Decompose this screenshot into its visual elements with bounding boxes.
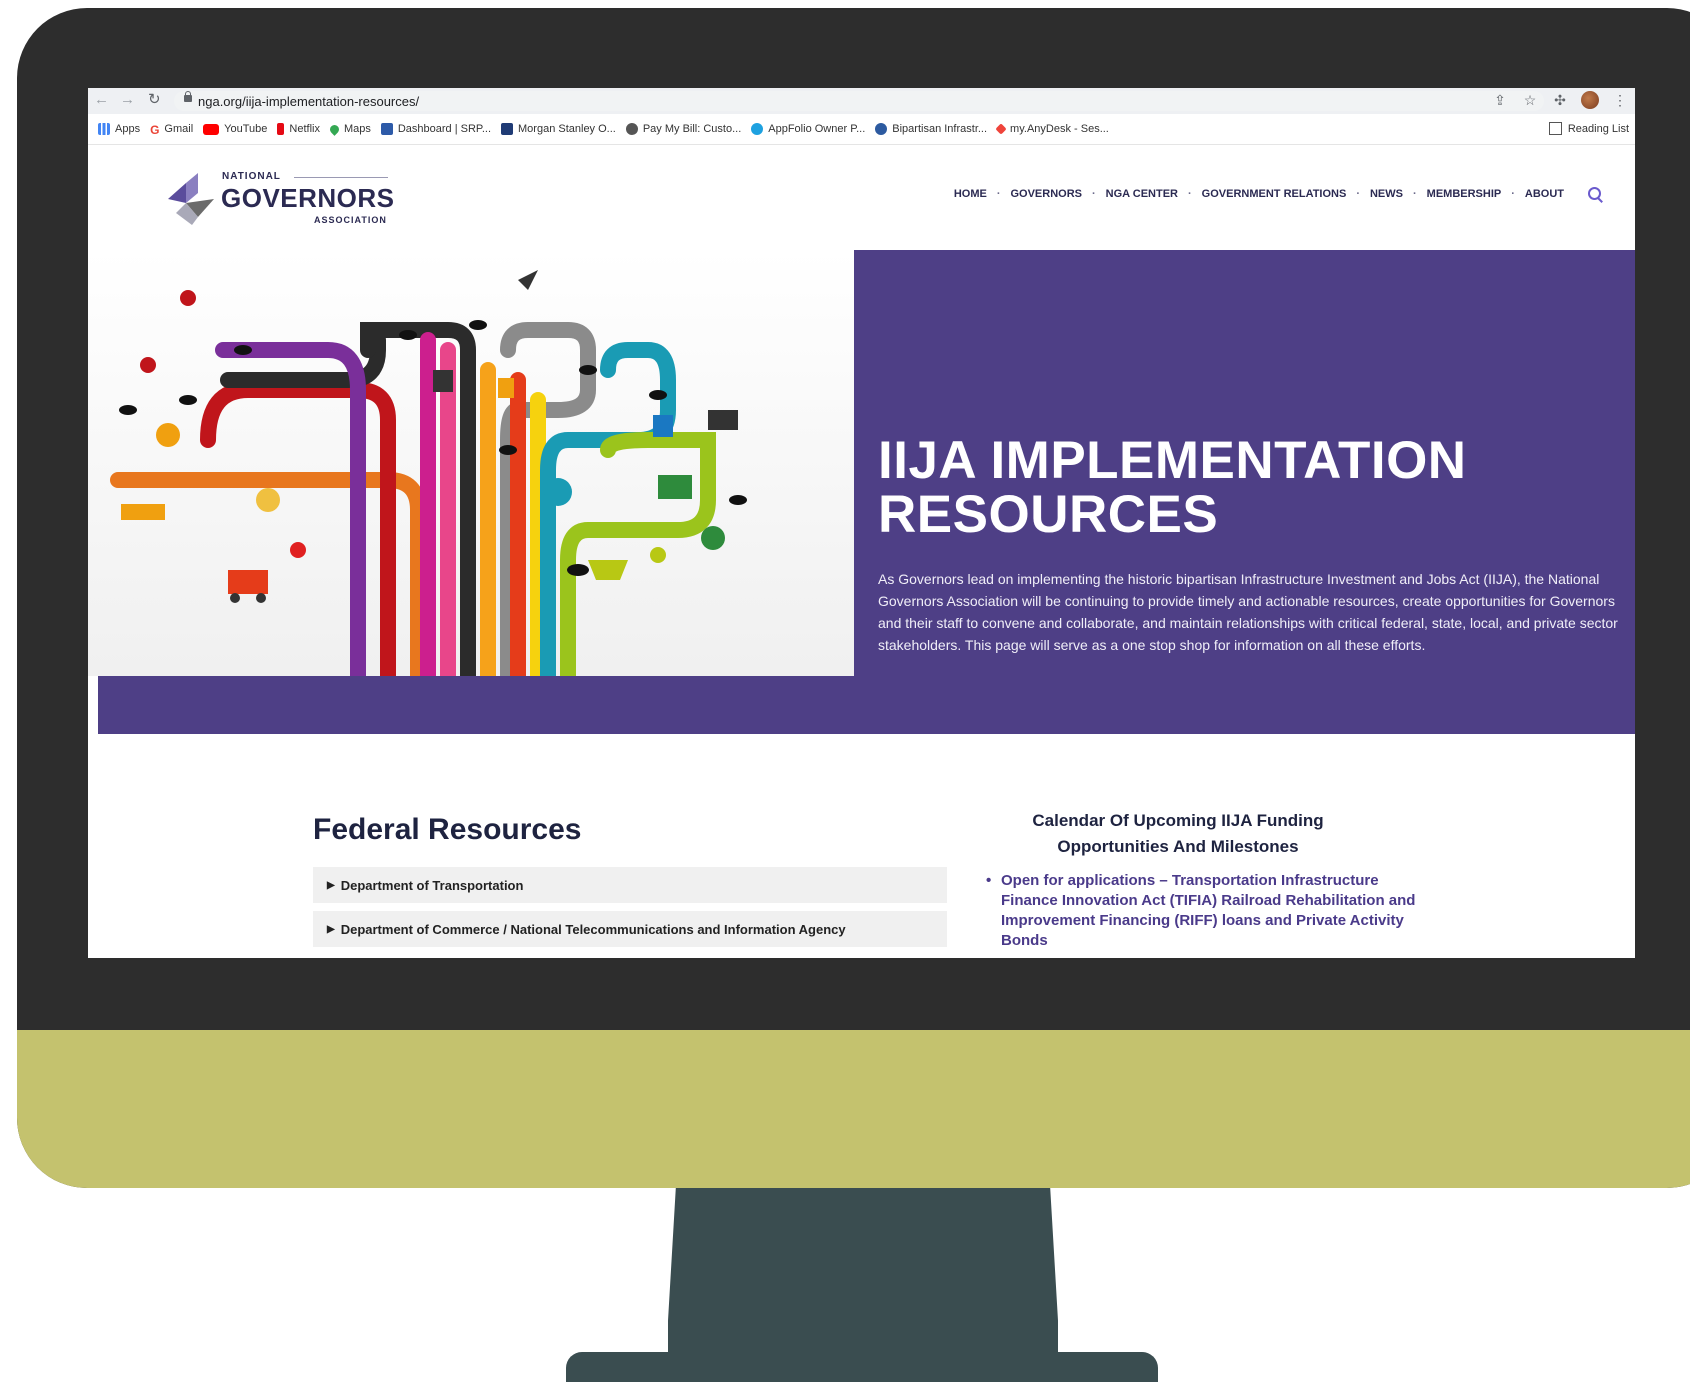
bipartisan-icon <box>875 123 888 135</box>
nav-governors[interactable]: GOVERNORS <box>1010 188 1082 200</box>
hero-illustration <box>88 250 854 676</box>
bookmark-pay-my-bill[interactable]: Pay My Bill: Custo... <box>625 123 742 135</box>
bookmark-appfolio[interactable]: AppFolio Owner P... <box>751 123 865 135</box>
accordion-department-of-commerce[interactable]: ▶ Department of Commerce / National Tele… <box>313 911 947 947</box>
reading-list[interactable]: Reading List <box>1548 122 1629 135</box>
monitor-stand-foot <box>566 1352 1158 1382</box>
bookmark-label: Pay My Bill: Custo... <box>642 123 742 135</box>
nav-separator: · <box>1511 188 1515 200</box>
bookmark-gmail[interactable]: G Gmail <box>150 123 194 137</box>
bookmark-label: YouTube <box>224 123 268 135</box>
nav-government-relations[interactable]: GOVERNMENT RELATIONS <box>1202 188 1347 200</box>
bookmark-label: Gmail <box>164 123 194 135</box>
reading-list-icon <box>1548 122 1562 135</box>
bookmarks-bar: Apps G Gmail YouTube Netflix Maps Dashbo… <box>88 114 1635 145</box>
morgan-stanley-icon <box>501 123 514 135</box>
logo-divider <box>294 177 388 178</box>
nav-separator: · <box>1356 188 1360 200</box>
nav-news[interactable]: NEWS <box>1370 188 1403 200</box>
netflix-icon <box>277 123 285 135</box>
appfolio-icon <box>751 123 764 135</box>
site-header: NATIONAL GOVERNORS ASSOCIATION HOME · GO… <box>88 145 1635 250</box>
nga-logo[interactable]: NATIONAL GOVERNORS ASSOCIATION <box>168 169 408 229</box>
bookmark-label: Apps <box>115 123 141 135</box>
bookmark-dashboard[interactable]: Dashboard | SRP... <box>380 123 492 135</box>
share-icon[interactable]: ⇪ <box>1491 91 1509 109</box>
bookmark-label: my.AnyDesk - Ses... <box>1010 123 1109 135</box>
youtube-icon <box>203 123 220 135</box>
reload-icon[interactable]: ↻ <box>148 92 161 108</box>
bookmark-bipartisan[interactable]: Bipartisan Infrastr... <box>875 123 987 135</box>
lock-icon <box>184 91 192 102</box>
bookmark-label: Netflix <box>289 123 320 135</box>
nav-about[interactable]: ABOUT <box>1525 188 1564 200</box>
nav-separator: · <box>1092 188 1096 200</box>
bookmark-star-icon[interactable]: ☆ <box>1521 91 1539 109</box>
nav-home[interactable]: HOME <box>954 188 987 200</box>
accordion-department-of-transportation[interactable]: ▶ Department of Transportation <box>313 867 947 903</box>
reading-list-label: Reading List <box>1567 122 1629 135</box>
back-arrow-icon[interactable]: ← <box>94 92 109 108</box>
bookmark-label: Dashboard | SRP... <box>397 123 492 135</box>
federal-resources-title: Federal Resources <box>313 813 582 846</box>
calendar-item-link[interactable]: Open for applications – Transportation I… <box>1001 871 1416 951</box>
google-icon: G <box>150 123 160 137</box>
bookmark-apps[interactable]: Apps <box>98 123 140 135</box>
hero-bottom-band <box>98 676 1635 734</box>
logo-national-text: NATIONAL <box>222 171 281 182</box>
list-bullet: • <box>986 872 992 889</box>
calendar-title: Calendar Of Upcoming IIJA Funding Opport… <box>1032 811 1324 856</box>
address-bar[interactable]: nga.org/iija-implementation-resources/ <box>174 91 1544 111</box>
nav-nga-center[interactable]: NGA CENTER <box>1106 188 1178 200</box>
monitor-chin <box>17 1030 1690 1188</box>
apps-grid-icon <box>98 123 110 135</box>
extensions-puzzle-icon[interactable]: ✣ <box>1551 91 1569 109</box>
nav-membership[interactable]: MEMBERSHIP <box>1427 188 1502 200</box>
search-icon[interactable] <box>1588 187 1602 201</box>
hero-title: IIJA IMPLEMENTATION RESOURCES <box>878 431 1467 544</box>
nav-separator: · <box>996 188 1001 200</box>
infrastructure-roads-illustration <box>110 270 747 676</box>
calendar-list: • Open for applications – Transportation… <box>986 871 1416 951</box>
screen: ← → ↻ nga.org/iija-implementation-resour… <box>88 88 1635 958</box>
forward-arrow-icon[interactable]: → <box>120 92 135 108</box>
bookmark-label: Bipartisan Infrastr... <box>892 123 988 135</box>
bookmark-label: AppFolio Owner P... <box>768 123 866 135</box>
bookmark-morgan-stanley[interactable]: Morgan Stanley O... <box>501 123 616 135</box>
accordion-label: Department of Transportation <box>340 877 524 893</box>
monitor-stand-neck <box>668 1188 1058 1358</box>
dashboard-icon <box>380 123 393 135</box>
bookmark-label: Morgan Stanley O... <box>518 123 616 135</box>
profile-avatar[interactable] <box>1581 91 1599 109</box>
maps-pin-icon <box>328 122 341 136</box>
globe-icon <box>625 123 638 135</box>
url-text: nga.org/iija-implementation-resources/ <box>198 94 420 109</box>
bookmark-label: Maps <box>343 123 371 135</box>
hero-description: As Governors lead on implementing the hi… <box>878 571 1618 653</box>
menu-kebab-icon[interactable]: ⋮ <box>1611 91 1629 109</box>
logo-association-text: ASSOCIATION <box>314 215 387 225</box>
nga-logo-mark-icon <box>168 173 214 225</box>
bookmark-anydesk[interactable]: my.AnyDesk - Ses... <box>995 123 1109 135</box>
browser-toolbar: ← → ↻ nga.org/iija-implementation-resour… <box>88 88 1635 114</box>
logo-governors-text: GOVERNORS <box>221 183 395 213</box>
nav-separator: · <box>1188 188 1192 200</box>
disclosure-triangle-icon: ▶ <box>327 879 335 891</box>
nav-separator: · <box>1412 188 1417 200</box>
hero-section: IIJA IMPLEMENTATION RESOURCES As Governo… <box>88 250 1635 734</box>
bookmark-netflix[interactable]: Netflix <box>277 123 320 135</box>
bookmark-maps[interactable]: Maps <box>328 122 371 136</box>
bookmark-youtube[interactable]: YouTube <box>203 123 267 135</box>
main-nav: HOME · GOVERNORS · NGA CENTER · GOVERNME… <box>954 187 1602 201</box>
hero-text-panel: IIJA IMPLEMENTATION RESOURCES As Governo… <box>854 250 1635 676</box>
accordion-label: Department of Commerce / National Teleco… <box>340 921 846 937</box>
anydesk-icon <box>995 123 1007 135</box>
disclosure-triangle-icon: ▶ <box>327 923 335 935</box>
